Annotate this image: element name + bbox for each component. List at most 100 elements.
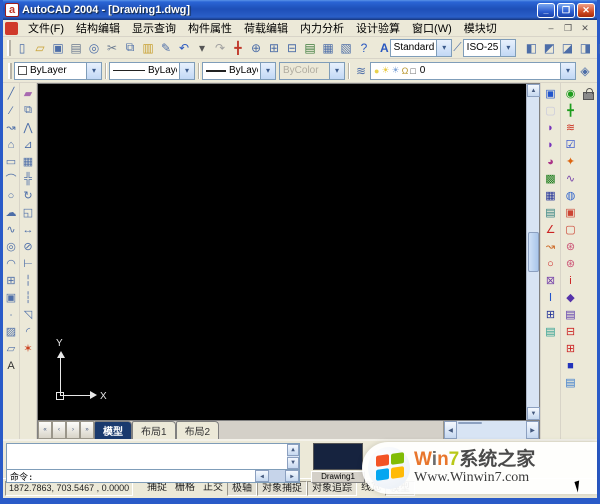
fan-2-icon[interactable]: ◗ [543, 136, 559, 153]
minimize-button[interactable]: _ [537, 2, 555, 18]
cut-icon[interactable]: ✂ [103, 39, 121, 57]
fan-1-icon[interactable]: ◗ [543, 119, 559, 136]
ibeam-icon[interactable]: Ⅰ [543, 289, 559, 306]
close-button[interactable]: ✕ [577, 2, 595, 18]
layer-sun-icon[interactable]: ☀ [381, 65, 389, 76]
region-icon[interactable]: ▱ [3, 340, 19, 357]
construction-line-icon[interactable]: ∕ [3, 102, 19, 119]
prev-tab-button[interactable]: ‹ [52, 421, 66, 439]
help-icon[interactable]: ? [355, 39, 373, 57]
revcloud-icon[interactable]: ☁ [3, 204, 19, 221]
insert-block-icon[interactable]: ⊞ [3, 272, 19, 289]
undo-dropdown-icon[interactable]: ▾ [193, 39, 211, 57]
move-icon[interactable]: ╬ [20, 170, 36, 187]
scroll-left-icon[interactable]: ◀ [444, 421, 457, 439]
open-icon[interactable]: ▱ [31, 39, 49, 57]
properties-icon[interactable]: ▤ [301, 39, 319, 57]
menu-item[interactable]: 构件属性 [182, 19, 238, 37]
zigzag-red-icon[interactable]: ≋ [563, 119, 579, 136]
dim-style-combo[interactable]: ISO-25 ▾ [462, 38, 517, 57]
status-toggle-button[interactable]: 捕捉 [143, 481, 171, 496]
scroll-up-icon[interactable]: ▲ [527, 84, 540, 97]
trim-icon[interactable]: ⊘ [20, 238, 36, 255]
chevron-down-icon[interactable]: ▾ [86, 62, 101, 79]
boot-purple-icon[interactable]: ◆ [563, 289, 579, 306]
square-blue-icon[interactable]: ■ [563, 357, 579, 374]
stripes-blue-icon[interactable]: ▤ [563, 374, 579, 391]
command-scrollbar[interactable]: ▲ ▼ [287, 444, 299, 469]
menu-item[interactable]: 文件(F) [22, 19, 70, 37]
view-named-icon[interactable]: ◧ [522, 39, 540, 57]
command-history[interactable]: Post: Reading predefined sector library.… [6, 443, 300, 470]
mirror-icon[interactable]: ⋀ [20, 119, 36, 136]
lock-icon[interactable] [583, 88, 594, 100]
flower-2-icon[interactable]: ⊛ [563, 255, 579, 272]
polyline-icon[interactable]: ↝ [3, 119, 19, 136]
chevron-down-icon[interactable]: ▾ [260, 62, 275, 79]
toolpalettes-icon[interactable]: ▧ [337, 39, 355, 57]
scroll-down-icon[interactable]: ▼ [527, 407, 540, 420]
chevron-down-icon[interactable]: ▾ [179, 62, 194, 79]
menu-item[interactable]: 窗口(W) [406, 19, 458, 37]
fillet-icon[interactable]: ◜ [20, 323, 36, 340]
status-toggle-button[interactable]: 极轴 [227, 481, 257, 496]
color-control-combo[interactable]: ByLayer ▾ [14, 61, 102, 80]
zoom-window-icon[interactable]: ⊞ [265, 39, 283, 57]
rotate-icon[interactable]: ↻ [20, 187, 36, 204]
extend-icon[interactable]: ⊢ [20, 255, 36, 272]
minus-box-icon[interactable]: ⊟ [563, 323, 579, 340]
shade-4-icon[interactable]: ◫ [594, 39, 600, 57]
scrollbar-thumb[interactable] [458, 422, 482, 424]
paste-icon[interactable]: ▥ [139, 39, 157, 57]
ellipse-icon[interactable]: ◎ [3, 238, 19, 255]
layer-viewport-sun-icon[interactable]: ☀ [392, 65, 400, 76]
layer-control-combo[interactable]: ● ☀ ☀ Ω □ 0 ▾ [370, 61, 576, 80]
explode-icon[interactable]: ✶ [20, 340, 36, 357]
offset-icon[interactable]: ⊿ [20, 136, 36, 153]
drawing-canvas[interactable]: Y X ▲ ▼ [38, 84, 540, 420]
teal-grid-icon[interactable]: ▤ [543, 204, 559, 221]
slab-blue-icon[interactable]: ▣ [543, 85, 559, 102]
command-h-scrollbar[interactable]: ◀ ▶ [255, 470, 299, 482]
array-icon[interactable]: ▦ [20, 153, 36, 170]
layers-palette-icon[interactable]: ≋ [352, 62, 370, 80]
plot-icon[interactable]: ▤ [67, 39, 85, 57]
ellipse-arc-icon[interactable]: ◠ [3, 255, 19, 272]
sphere-green-icon[interactable]: ◉ [563, 85, 579, 102]
zoom-previous-icon[interactable]: ⊟ [283, 39, 301, 57]
hatch-icon[interactable]: ▨ [3, 323, 19, 340]
copy-object-icon[interactable]: ⧉ [20, 102, 36, 119]
pan-icon[interactable]: ╋ [229, 39, 247, 57]
scrollbar-thumb[interactable] [527, 232, 539, 272]
matchprop-icon[interactable]: ✎ [157, 39, 175, 57]
first-tab-button[interactable]: « [38, 421, 52, 439]
line-icon[interactable]: ╱ [3, 85, 19, 102]
chevron-down-icon[interactable]: ▾ [560, 62, 575, 79]
text-style-combo[interactable]: Standard ▾ [389, 38, 453, 57]
polygon-icon[interactable]: ⌂ [3, 136, 19, 153]
maximize-button[interactable]: ❐ [557, 2, 575, 18]
status-toggle-button[interactable]: 栅格 [171, 481, 199, 496]
layer-color-swatch[interactable]: □ [410, 66, 415, 76]
break-icon[interactable]: ┆ [20, 289, 36, 306]
layout-tab[interactable]: 模型 [94, 421, 132, 439]
erase-icon[interactable]: ▰ [20, 85, 36, 102]
fan-red-icon[interactable]: ◕ [543, 153, 559, 170]
navy-grid-icon[interactable]: ▦ [543, 187, 559, 204]
cross-green-icon[interactable]: ╋ [563, 102, 579, 119]
layout-tab[interactable]: 布局2 [175, 421, 220, 439]
bolt-orange-icon[interactable]: ✦ [563, 153, 579, 170]
status-toggle-button[interactable]: 正交 [199, 481, 227, 496]
save-icon[interactable]: ▣ [49, 39, 67, 57]
toolbar-grip[interactable] [7, 39, 11, 56]
green-grid-icon[interactable]: ▩ [543, 170, 559, 187]
status-toggle-button[interactable]: 对象捕捉 [257, 481, 307, 496]
make-block-icon[interactable]: ▣ [3, 289, 19, 306]
checkbox-icon[interactable]: ☑ [563, 136, 579, 153]
point-icon[interactable]: ∙ [3, 306, 19, 323]
status-toggle-button[interactable]: 对象追踪 [307, 481, 357, 496]
plus-box-icon[interactable]: ⊞ [563, 340, 579, 357]
titlebar[interactable]: a AutoCAD 2004 - [Drawing1.dwg] _ ❐ ✕ [3, 0, 597, 20]
chevron-down-icon[interactable]: ▾ [500, 39, 516, 56]
mdi-restore-button[interactable]: ❐ [561, 23, 575, 34]
